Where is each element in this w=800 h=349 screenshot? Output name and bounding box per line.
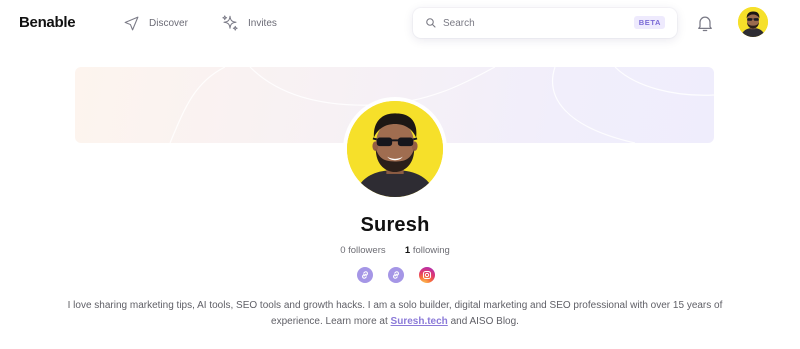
social-links [357,267,435,283]
followers-label: followers [348,245,386,256]
following-link[interactable]: 1 following [405,245,450,256]
profile-bio: I love sharing marketing tips, AI tools,… [60,298,730,330]
top-navigation-bar: Benable Discover Invites BETA [0,0,800,46]
nav-invites[interactable]: Invites [221,13,277,33]
nav-discover[interactable]: Discover [123,13,188,33]
profile-name: Suresh [360,214,430,236]
profile-photo [347,101,443,197]
beta-badge: BETA [633,16,665,29]
link-icon [393,271,399,279]
social-link-1[interactable] [357,267,373,283]
followers-count: 0 [340,245,346,256]
bio-text-end: and AISO Blog. [447,316,519,327]
following-count: 1 [404,245,411,256]
app-logo[interactable]: Benable [19,14,76,31]
avatar-image [738,7,768,37]
user-avatar[interactable] [738,7,768,37]
instagram-icon [422,270,432,280]
followers-link[interactable]: 0 followers [340,245,388,256]
link-icon [362,271,368,279]
following-label: following [412,245,450,256]
social-link-2[interactable] [388,267,404,283]
search-input[interactable] [443,15,623,31]
nav-discover-label: Discover [149,17,188,29]
sparkles-icon [222,15,238,31]
social-instagram[interactable] [419,267,435,283]
search-bar[interactable]: BETA [413,8,677,38]
bio-website-link[interactable]: Suresh.tech [391,316,448,327]
nav-invites-label: Invites [248,17,277,29]
navigation-arrow-icon [124,16,139,30]
search-icon [426,18,436,28]
bell-icon[interactable] [695,13,715,33]
follow-stats: 0 followers 1 following [0,245,790,256]
profile-avatar [343,97,447,201]
